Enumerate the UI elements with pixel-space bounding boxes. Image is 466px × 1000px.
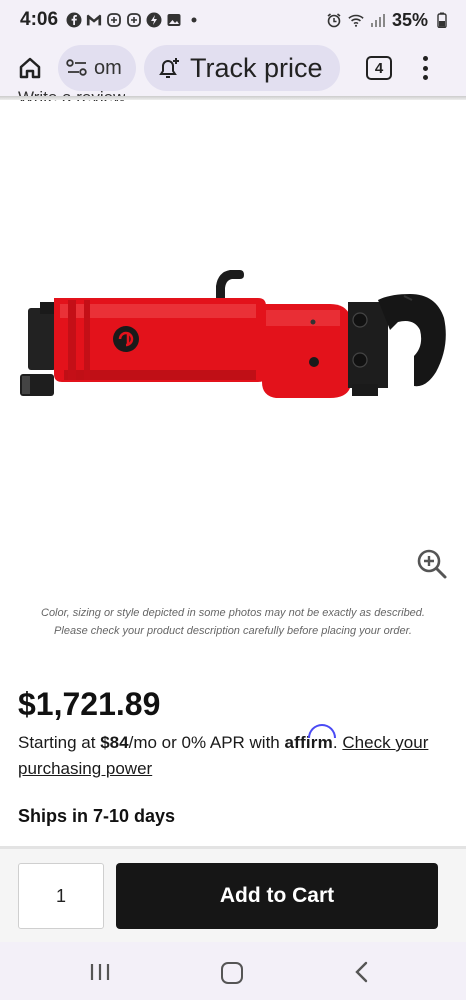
financing-info: Starting at $84/mo or 0% APR with affirm… — [18, 724, 448, 782]
overflow-menu-button[interactable] — [420, 54, 430, 82]
dot-icon — [186, 12, 202, 28]
facebook-icon — [66, 12, 82, 28]
disclaimer-line-1: Color, sizing or style depicted in some … — [41, 607, 425, 619]
financing-prefix: Starting at — [18, 733, 101, 752]
recents-icon[interactable] — [88, 962, 112, 982]
site-settings-icon — [66, 59, 87, 76]
dot-icon — [422, 75, 428, 80]
url-bar[interactable]: om — [58, 45, 136, 91]
system-nav-bar — [0, 942, 466, 1000]
url-text: om — [94, 56, 122, 79]
financing-mid: /mo or 0% APR with — [128, 733, 285, 752]
alarm-icon — [326, 12, 342, 28]
battery-percent: 35% — [391, 9, 428, 30]
battery-icon — [434, 12, 450, 28]
track-price-button[interactable]: Track price — [144, 45, 340, 91]
home-button[interactable] — [12, 50, 48, 86]
notification-icons — [66, 12, 202, 28]
home-nav-icon[interactable] — [221, 962, 243, 984]
teams-icon — [106, 12, 122, 28]
gallery-icon — [166, 12, 182, 28]
back-icon[interactable] — [352, 961, 372, 983]
teams-icon — [126, 12, 142, 28]
wifi-icon — [348, 12, 364, 28]
product-price: $1,721.89 — [18, 686, 161, 722]
status-time: 4:06 — [20, 9, 59, 30]
quantity-input[interactable] — [18, 863, 104, 929]
add-to-cart-button[interactable]: Add to Cart — [116, 863, 438, 929]
bolt-icon — [146, 12, 162, 28]
disclaimer-line-2: Please check your product description ca… — [54, 625, 412, 637]
affirm-arc-icon — [308, 724, 337, 738]
status-bar: 4:06 35% — [0, 0, 466, 40]
shipping-info: Ships in 7-10 days — [18, 806, 176, 826]
tab-switcher-button[interactable]: 4 — [366, 56, 392, 80]
gmail-icon — [86, 12, 102, 28]
track-price-label: Track price — [190, 52, 323, 83]
toolbar-divider — [0, 96, 466, 100]
system-status: 35% — [326, 10, 450, 31]
add-to-cart-bar: Add to Cart — [0, 846, 466, 942]
affirm-logo: affirm — [284, 724, 337, 752]
dot-icon — [422, 56, 428, 61]
dot-icon — [422, 65, 428, 71]
product-image[interactable] — [0, 250, 466, 420]
home-icon — [19, 57, 41, 79]
photo-disclaimer: Color, sizing or style depicted in some … — [0, 604, 466, 640]
bell-plus-icon — [159, 58, 179, 78]
signal-icon — [370, 12, 386, 28]
financing-amount: $84 — [100, 733, 129, 752]
zoom-icon[interactable] — [416, 548, 448, 580]
